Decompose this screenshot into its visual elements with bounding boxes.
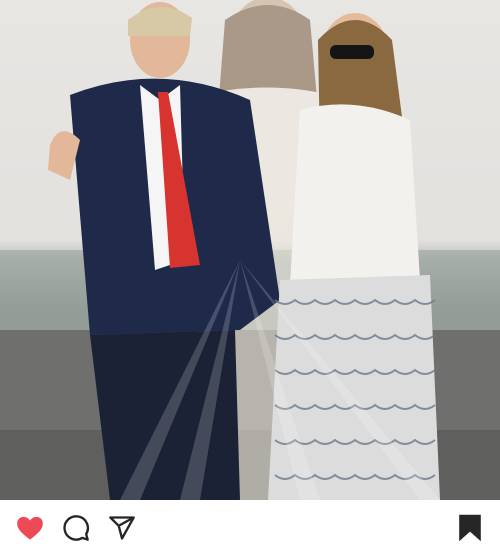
share-button[interactable] [106,512,138,544]
photo-illustration [0,0,500,500]
save-button[interactable] [454,512,486,544]
comment-icon [63,514,90,541]
bookmark-filled-icon [459,514,481,541]
post-photo[interactable] [0,0,500,500]
post-action-bar [0,500,500,555]
like-button[interactable] [14,512,46,544]
comment-button[interactable] [60,512,92,544]
share-icon [109,515,135,540]
heart-filled-icon [17,516,43,540]
instagram-post [0,0,500,555]
